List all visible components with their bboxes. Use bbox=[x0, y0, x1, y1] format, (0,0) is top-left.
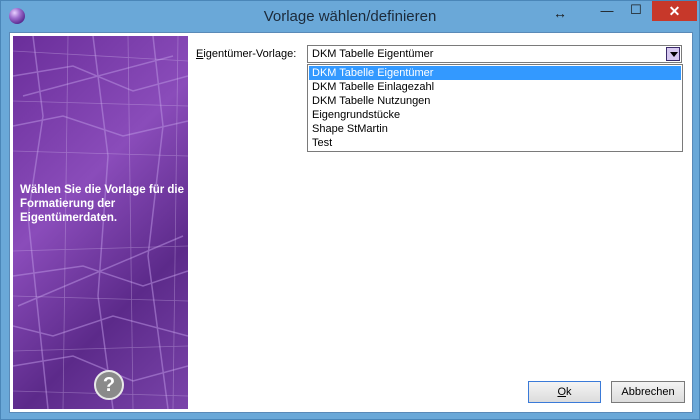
dropdown-option[interactable]: DKM Tabelle Einlagezahl bbox=[309, 80, 681, 94]
dropdown-option[interactable]: DKM Tabelle Nutzungen bbox=[309, 94, 681, 108]
minimize-button[interactable]: — bbox=[593, 3, 621, 23]
owner-template-combobox[interactable]: DKM Tabelle Eigentümer bbox=[307, 45, 682, 63]
owner-template-label: Eigentümer-Vorlage: bbox=[196, 48, 296, 60]
label-text: igentümer-Vorlage: bbox=[203, 48, 297, 60]
dropdown-option[interactable]: DKM Tabelle Eigentümer bbox=[309, 66, 681, 80]
sidebar-panel: Wählen Sie die Vorlage für die Formatier… bbox=[13, 36, 188, 409]
dropdown-option[interactable]: Shape StMartin bbox=[309, 122, 681, 136]
close-button[interactable]: ✕ bbox=[652, 1, 697, 21]
maximize-button[interactable]: ☐ bbox=[622, 2, 650, 22]
help-icon[interactable]: ? bbox=[94, 370, 124, 400]
dialog-client-area: Wählen Sie die Vorlage für die Formatier… bbox=[9, 32, 693, 413]
title-bar[interactable]: Vorlage wählen/definieren ↔ — ☐ ✕ bbox=[1, 1, 699, 31]
cancel-button[interactable]: Abbrechen bbox=[611, 381, 685, 403]
sidebar-description: Wählen Sie die Vorlage für die Formatier… bbox=[20, 184, 185, 224]
combobox-value: DKM Tabelle Eigentümer bbox=[312, 48, 434, 60]
dialog-window: Vorlage wählen/definieren ↔ — ☐ ✕ Wählen… bbox=[0, 0, 700, 420]
ok-label: k bbox=[566, 386, 572, 398]
owner-template-dropdown-list[interactable]: DKM Tabelle Eigentümer DKM Tabelle Einla… bbox=[307, 64, 683, 152]
dropdown-option[interactable]: Eigengrundstücke bbox=[309, 108, 681, 122]
resize-arrows-icon[interactable]: ↔ bbox=[553, 5, 567, 21]
chevron-down-icon[interactable] bbox=[666, 47, 680, 61]
ok-button[interactable]: Ok bbox=[528, 381, 601, 403]
ok-mnemonic: O bbox=[557, 386, 567, 398]
dropdown-option[interactable]: Test bbox=[309, 136, 681, 150]
